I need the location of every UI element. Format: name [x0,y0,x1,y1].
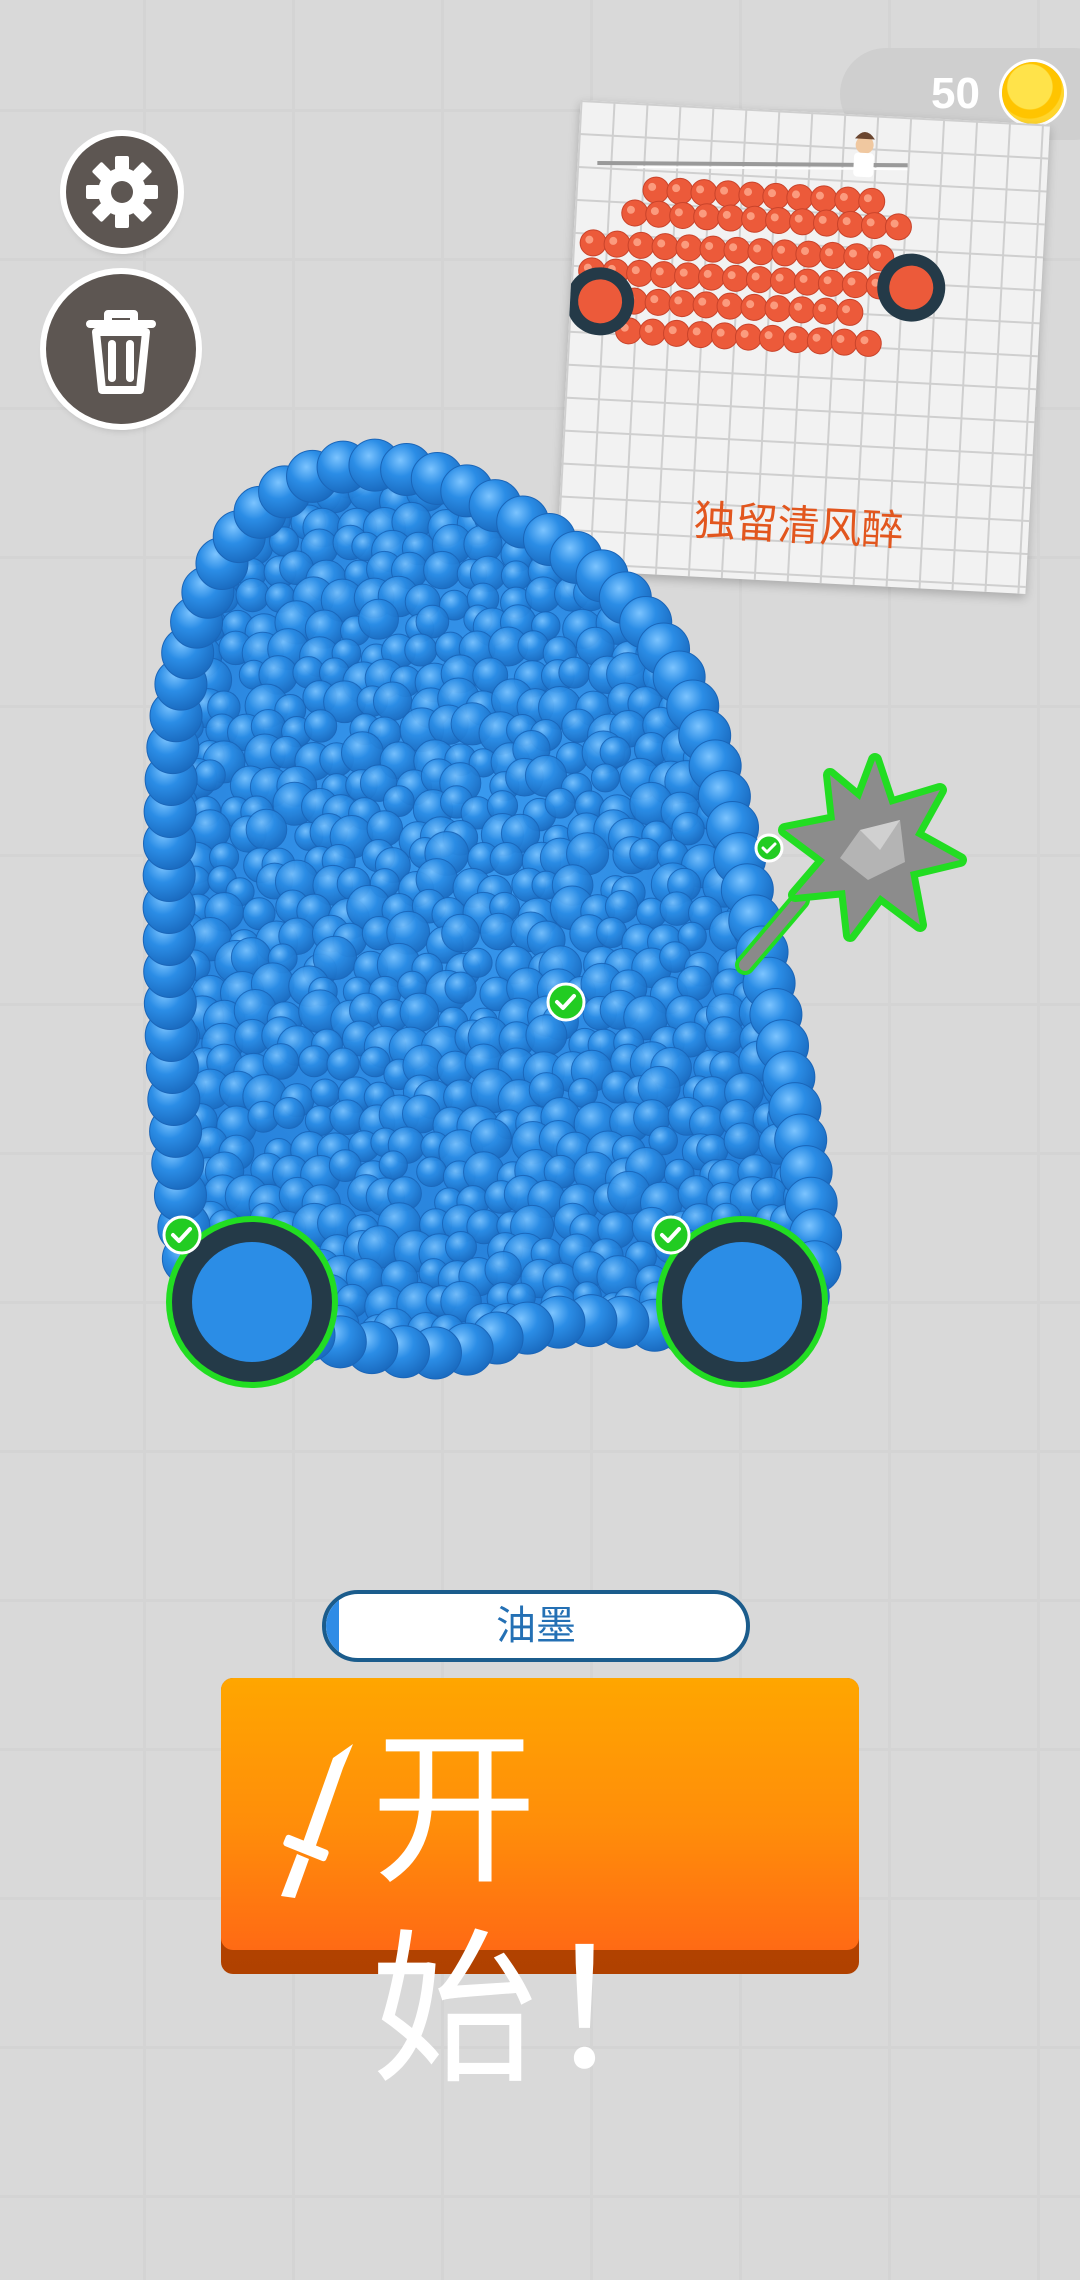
start-button-label: 开始！ [371,1715,715,2108]
check-badge-body [546,982,586,1022]
check-badge-left-wheel [162,1215,202,1255]
player-vehicle [142,438,967,1388]
start-button[interactable]: 开始！ [221,1678,859,2108]
check-badge-mace [754,833,784,863]
ink-label: 油墨 [496,1603,576,1649]
ink-meter: 油墨 [322,1590,750,1662]
start-button-face: 开始！ [221,1678,859,2108]
sword-icon [281,1744,353,1898]
spiked-mace-attachment[interactable] [735,753,967,975]
check-badge-right-wheel [651,1215,691,1255]
